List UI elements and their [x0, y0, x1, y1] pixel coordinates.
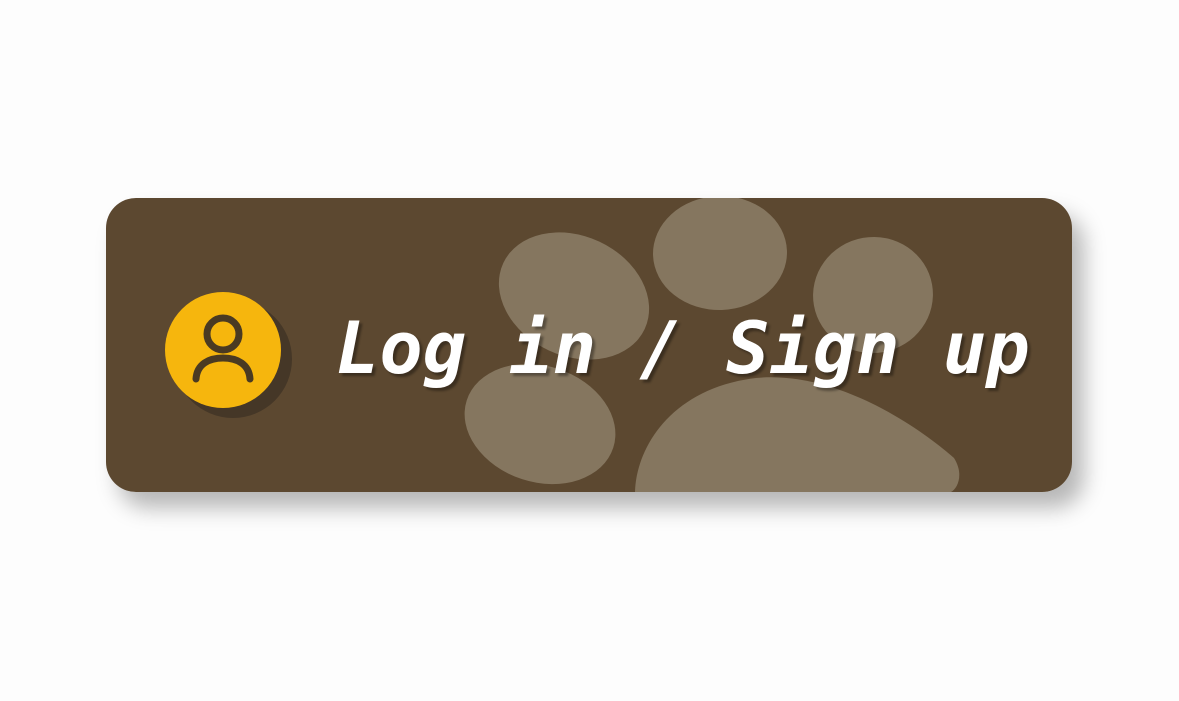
avatar — [165, 292, 281, 408]
stage: Log in / Sign up — [0, 0, 1179, 701]
user-icon — [192, 314, 254, 383]
login-signup-label: Log in / Sign up — [336, 306, 1030, 390]
login-signup-button[interactable]: Log in / Sign up — [106, 198, 1072, 492]
